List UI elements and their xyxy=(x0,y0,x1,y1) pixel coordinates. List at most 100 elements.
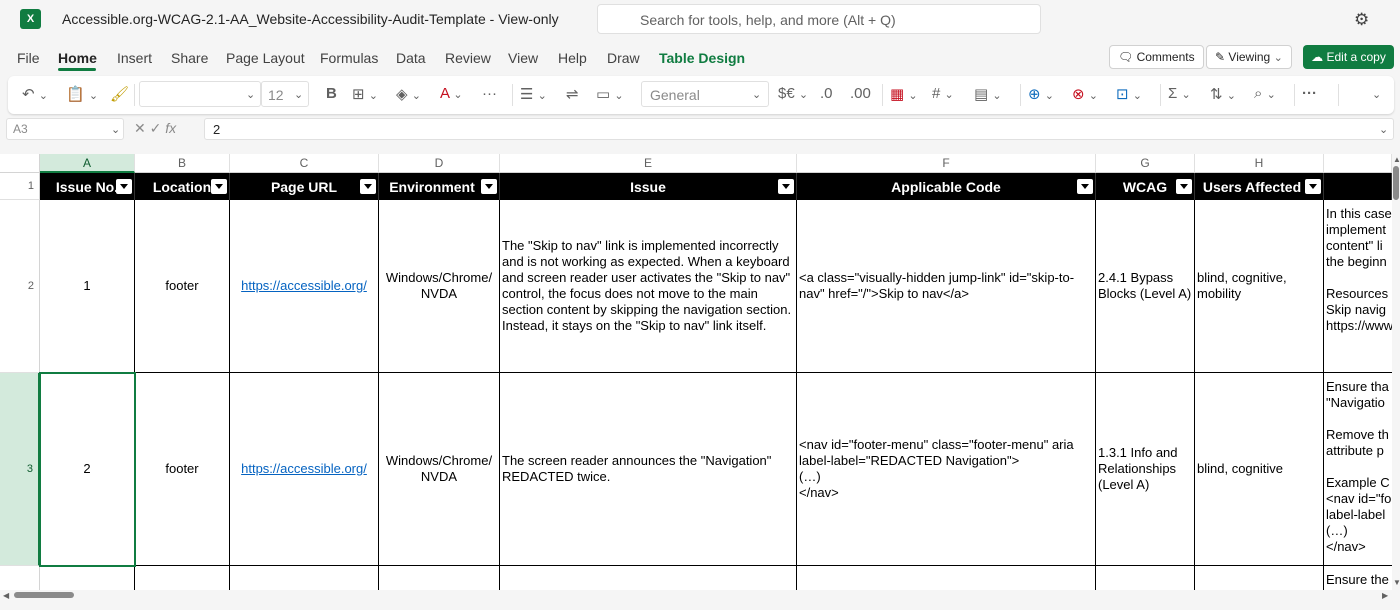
menu-data[interactable]: Data xyxy=(396,50,426,66)
search-input[interactable]: Search for tools, help, and more (Alt + … xyxy=(640,12,896,28)
font-size-select[interactable]: 12 ⌄ xyxy=(261,81,309,107)
filter-dropdown-icon[interactable] xyxy=(116,179,132,194)
format-painter-icon[interactable]: 🖌 xyxy=(110,85,129,103)
filter-dropdown-icon[interactable] xyxy=(778,179,794,194)
cell-environment[interactable]: Windows/Chrome/ NVDA xyxy=(379,373,500,566)
function-icon[interactable]: fx xyxy=(165,120,176,136)
bold-icon[interactable]: B xyxy=(326,85,337,102)
menu-formulas[interactable]: Formulas xyxy=(320,50,378,66)
column-header-c[interactable]: C xyxy=(230,154,379,173)
font-color-icon[interactable]: A ⌄ xyxy=(440,85,463,102)
cell-environment[interactable]: Windows/Chrome/ NVDA xyxy=(379,200,500,373)
column-header-g[interactable]: G xyxy=(1096,154,1195,173)
row-header-2[interactable]: 2 xyxy=(0,200,40,373)
check-icon[interactable]: ✓ xyxy=(150,120,162,136)
select-all-corner[interactable] xyxy=(0,154,40,173)
cell-empty[interactable] xyxy=(379,566,500,590)
gear-icon[interactable]: ⚙ xyxy=(1354,10,1369,30)
filter-dropdown-icon[interactable] xyxy=(211,179,227,194)
edit-copy-button[interactable]: ☁ Edit a copy xyxy=(1303,45,1394,69)
more-options-icon[interactable]: ··· xyxy=(1302,85,1317,102)
filter-dropdown-icon[interactable] xyxy=(1077,179,1093,194)
menu-home[interactable]: Home xyxy=(58,50,97,66)
align-icon[interactable]: ☰ ⌄ xyxy=(520,85,547,103)
cell-issue[interactable]: The screen reader announces the "Navigat… xyxy=(500,373,797,566)
ribbon-expand-icon[interactable]: ⌄ xyxy=(1372,85,1381,102)
cell-page-url[interactable]: https://accessible.org/ xyxy=(230,373,379,566)
cell-empty[interactable] xyxy=(230,566,379,590)
horizontal-scroll-thumb[interactable] xyxy=(14,592,74,598)
menu-draw[interactable]: Draw xyxy=(607,50,640,66)
name-box[interactable]: A3 ⌄ xyxy=(6,118,124,140)
filter-dropdown-icon[interactable] xyxy=(360,179,376,194)
find-icon[interactable]: ⌕ ⌄ xyxy=(1254,85,1276,102)
fill-color-icon[interactable]: ◈ ⌄ xyxy=(396,85,421,103)
chevron-down-icon[interactable]: ⌄ xyxy=(1379,123,1388,136)
menu-insert[interactable]: Insert xyxy=(117,50,152,66)
cell-styles-icon[interactable]: ▤ ⌄ xyxy=(974,85,1002,103)
cell-empty[interactable] xyxy=(797,566,1096,590)
insert-cells-icon[interactable]: ⊕ ⌄ xyxy=(1028,85,1054,103)
more-font-icon[interactable]: ··· xyxy=(482,85,497,102)
column-header-f[interactable]: F xyxy=(797,154,1096,173)
borders-icon[interactable]: ⊞ ⌄ xyxy=(352,85,378,103)
wrap-text-icon[interactable]: ⇌ xyxy=(566,85,579,103)
cell-issue-no[interactable]: 2 xyxy=(40,373,135,566)
comments-button[interactable]: 🗨 Comments xyxy=(1109,45,1204,69)
cell-applicable-code[interactable]: <a class="visually-hidden jump-link" id=… xyxy=(797,200,1096,373)
autosum-icon[interactable]: Σ ⌄ xyxy=(1168,85,1191,102)
column-header-b[interactable]: B xyxy=(135,154,230,173)
conditional-format-icon[interactable]: ▦ ⌄ xyxy=(890,85,918,103)
decrease-decimal-icon[interactable]: .0 xyxy=(820,85,833,102)
cell-issue-no[interactable]: 1 xyxy=(40,200,135,373)
column-header-e[interactable]: E xyxy=(500,154,797,173)
cancel-icon[interactable]: ✕ xyxy=(134,120,146,136)
column-header-d[interactable]: D xyxy=(379,154,500,173)
cell-issue[interactable]: The "Skip to nav" link is implemented in… xyxy=(500,200,797,373)
filter-dropdown-icon[interactable] xyxy=(1176,179,1192,194)
page-url-link[interactable]: https://accessible.org/ xyxy=(241,278,367,294)
menu-review[interactable]: Review xyxy=(445,50,491,66)
cell-empty[interactable] xyxy=(40,566,135,590)
row-header-1[interactable]: 1 xyxy=(0,173,40,200)
page-url-link[interactable]: https://accessible.org/ xyxy=(241,461,367,477)
filter-dropdown-icon[interactable] xyxy=(481,179,497,194)
cell-empty[interactable] xyxy=(1096,566,1195,590)
format-as-table-icon[interactable]: # ⌄ xyxy=(932,85,954,102)
menu-help[interactable]: Help xyxy=(558,50,587,66)
cell-location[interactable]: footer xyxy=(135,200,230,373)
menu-share[interactable]: Share xyxy=(171,50,208,66)
cell-page-url[interactable]: https://accessible.org/ xyxy=(230,200,379,373)
sort-filter-icon[interactable]: ⇅ ⌄ xyxy=(1210,85,1236,103)
menu-view[interactable]: View xyxy=(508,50,538,66)
increase-decimal-icon[interactable]: .00 xyxy=(850,85,871,102)
scroll-up-icon[interactable]: ▲ xyxy=(1393,155,1400,164)
vertical-scrollbar[interactable] xyxy=(1392,154,1400,590)
cell-empty[interactable] xyxy=(135,566,230,590)
merge-icon[interactable]: ▭ ⌄ xyxy=(596,85,624,103)
cell-recommendation[interactable]: Ensure tha "Navigatio Remove th attribut… xyxy=(1324,373,1392,566)
column-header-h[interactable]: H xyxy=(1195,154,1324,173)
paste-icon[interactable]: 📋 ⌄ xyxy=(66,85,98,103)
undo-icon[interactable]: ↶ ⌄ xyxy=(22,85,48,103)
cell-wcag[interactable]: 2.4.1 Bypass Blocks (Level A) xyxy=(1096,200,1195,373)
cell-applicable-code[interactable]: <nav id="footer-menu" class="footer-menu… xyxy=(797,373,1096,566)
cell-recommendation[interactable]: Ensure the xyxy=(1324,566,1392,590)
cell-users-affected[interactable]: blind, cognitive, mobility xyxy=(1195,200,1324,373)
cell-users-affected[interactable]: blind, cognitive xyxy=(1195,373,1324,566)
scroll-left-icon[interactable]: ◀ xyxy=(3,591,9,600)
menu-page-layout[interactable]: Page Layout xyxy=(226,50,305,66)
cell-recommendation[interactable]: In this case implement content" li the b… xyxy=(1324,200,1392,373)
row-header-4[interactable] xyxy=(0,566,40,590)
cell-empty[interactable] xyxy=(500,566,797,590)
menu-file[interactable]: File xyxy=(17,50,40,66)
column-header-a[interactable]: A xyxy=(40,154,135,173)
formula-input[interactable]: 2 ⌄ xyxy=(204,118,1394,140)
cell-location[interactable]: footer xyxy=(135,373,230,566)
search-box[interactable]: Search for tools, help, and more (Alt + … xyxy=(597,4,1041,34)
vertical-scroll-thumb[interactable] xyxy=(1393,166,1399,200)
format-cells-icon[interactable]: ⊡ ⌄ xyxy=(1116,85,1142,103)
delete-cells-icon[interactable]: ⊗ ⌄ xyxy=(1072,85,1098,103)
currency-icon[interactable]: $€ ⌄ xyxy=(778,85,808,102)
font-name-select[interactable]: ⌄ xyxy=(139,81,261,107)
